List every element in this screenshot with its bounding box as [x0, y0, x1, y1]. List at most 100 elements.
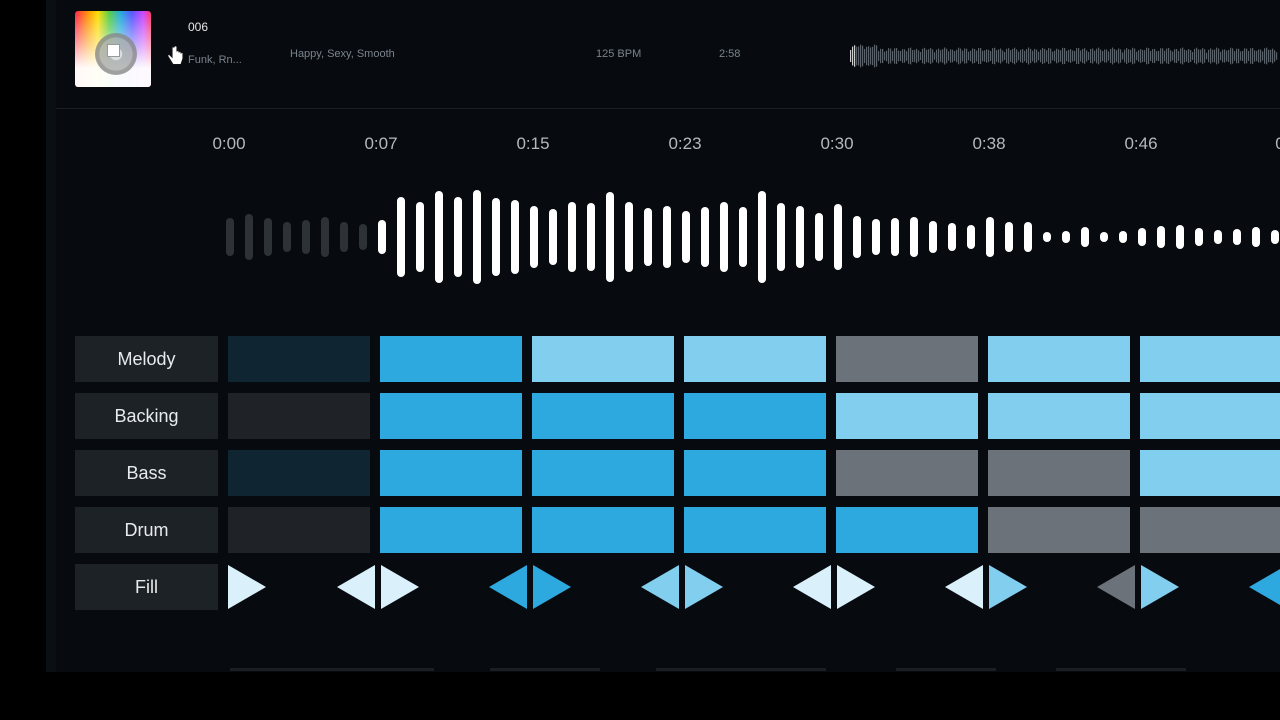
mini-waveform-bar [986, 49, 988, 63]
grid-cell-bass-6[interactable] [988, 450, 1130, 496]
mini-waveform-bar [1264, 48, 1266, 64]
grid-cell-bass-4[interactable] [684, 450, 826, 496]
mini-waveform-bar [1062, 47, 1064, 65]
mini-waveform-bar [872, 46, 874, 66]
fill-marker-right-6[interactable] [989, 565, 1027, 609]
waveform-bar [454, 197, 462, 277]
track-number: 006 [188, 20, 209, 34]
grid-cell-melody-6[interactable] [988, 336, 1130, 382]
grid-cell-backing-5[interactable] [836, 393, 978, 439]
fill-marker-left-2[interactable] [337, 565, 375, 609]
mini-waveform-bar [882, 48, 884, 64]
mini-waveform-bar [1168, 48, 1170, 64]
mini-waveform-bar [980, 47, 982, 65]
mini-waveform-bar [880, 48, 882, 64]
mini-waveform-bar [1054, 50, 1056, 62]
mini-waveform-bar [932, 49, 934, 63]
mini-waveform-bar [1174, 49, 1176, 63]
fill-marker-left-6[interactable] [945, 565, 983, 609]
fill-marker-left-3[interactable] [489, 565, 527, 609]
waveform-bar [834, 204, 842, 270]
main-waveform[interactable] [224, 185, 1280, 290]
fill-marker-right-2[interactable] [381, 565, 419, 609]
mini-waveform-bar [1226, 50, 1228, 62]
mini-waveform-bar [928, 49, 930, 63]
fill-marker-left-5[interactable] [793, 565, 831, 609]
fill-marker-left-7[interactable] [1097, 565, 1135, 609]
waveform-bar [492, 198, 500, 276]
mini-waveform-bar [1120, 49, 1122, 63]
mini-waveform-bar [1148, 48, 1150, 64]
grid-cell-melody-3[interactable] [532, 336, 674, 382]
row-label-drum[interactable]: Drum [75, 507, 218, 553]
grid-cell-bass-5[interactable] [836, 450, 978, 496]
fill-marker-right-5[interactable] [837, 565, 875, 609]
fill-marker-right-7[interactable] [1141, 565, 1179, 609]
time-tick: 0:30 [820, 134, 854, 153]
waveform-bar [644, 208, 652, 266]
time-tick: 0:38 [972, 134, 1006, 153]
grid-cell-melody-1[interactable] [228, 336, 370, 382]
mini-waveform-bar [1090, 48, 1092, 64]
grid-cell-drum-3[interactable] [532, 507, 674, 553]
mini-waveform-bar [1080, 50, 1082, 62]
mini-waveform-bar [852, 46, 854, 66]
waveform-bar [720, 202, 728, 272]
grid-cell-backing-1[interactable] [228, 393, 370, 439]
grid-cell-bass-1[interactable] [228, 450, 370, 496]
mini-waveform-bar [1050, 48, 1052, 64]
grid-cell-melody-7[interactable] [1140, 336, 1280, 382]
mini-waveform-bar [1196, 47, 1198, 65]
mini-waveform-bar [854, 45, 856, 67]
mini-waveform-bar [958, 47, 960, 65]
mini-waveform-bar [960, 48, 962, 64]
mini-waveform-bar [1192, 52, 1194, 60]
mini-waveform-bar [1210, 48, 1212, 64]
grid-cell-backing-2[interactable] [380, 393, 522, 439]
grid-cell-bass-7[interactable] [1140, 450, 1280, 496]
mini-waveform-bar [1052, 51, 1054, 61]
album-art-icon[interactable] [75, 11, 151, 87]
mini-waveform-bar [982, 50, 984, 62]
waveform-bar [587, 203, 595, 271]
grid-cell-backing-4[interactable] [684, 393, 826, 439]
fill-marker-right-4[interactable] [685, 565, 723, 609]
grid-cell-drum-4[interactable] [684, 507, 826, 553]
mini-waveform-bar [1266, 47, 1268, 65]
waveform-bar [1119, 231, 1127, 243]
mini-waveform-bar [1070, 49, 1072, 63]
grid-cell-backing-3[interactable] [532, 393, 674, 439]
fill-marker-right-1[interactable] [228, 565, 266, 609]
mini-waveform-bar [856, 46, 858, 66]
grid-cell-melody-5[interactable] [836, 336, 978, 382]
mini-waveform-bar [1154, 48, 1156, 64]
grid-cell-drum-6[interactable] [988, 507, 1130, 553]
row-label-melody[interactable]: Melody [75, 336, 218, 382]
grid-cell-melody-2[interactable] [380, 336, 522, 382]
mini-waveform-bar [1068, 49, 1070, 63]
fill-marker-left-8[interactable] [1249, 565, 1280, 609]
grid-cell-bass-3[interactable] [532, 450, 674, 496]
fill-marker-left-4[interactable] [641, 565, 679, 609]
row-label-bass[interactable]: Bass [75, 450, 218, 496]
mini-waveform-bar [1208, 49, 1210, 63]
grid-cell-drum-7[interactable] [1140, 507, 1280, 553]
mini-waveform-bar [978, 47, 980, 65]
waveform-bar [359, 224, 367, 250]
mini-waveform-bar [1166, 48, 1168, 64]
grid-cell-backing-6[interactable] [988, 393, 1130, 439]
grid-cell-drum-2[interactable] [380, 507, 522, 553]
grid-cell-drum-1[interactable] [228, 507, 370, 553]
grid-cell-bass-2[interactable] [380, 450, 522, 496]
time-tick: 0:07 [364, 134, 398, 153]
mini-waveform-bar [1172, 51, 1174, 61]
row-label-backing[interactable]: Backing [75, 393, 218, 439]
fill-marker-right-3[interactable] [533, 565, 571, 609]
grid-cell-melody-4[interactable] [684, 336, 826, 382]
row-label-fill[interactable]: Fill [75, 564, 218, 610]
mini-waveform[interactable] [846, 36, 1280, 76]
grid-cell-drum-5[interactable] [836, 507, 978, 553]
mini-waveform-bar [966, 48, 968, 64]
grid-cell-backing-7[interactable] [1140, 393, 1280, 439]
mini-waveform-bar [1156, 51, 1158, 61]
